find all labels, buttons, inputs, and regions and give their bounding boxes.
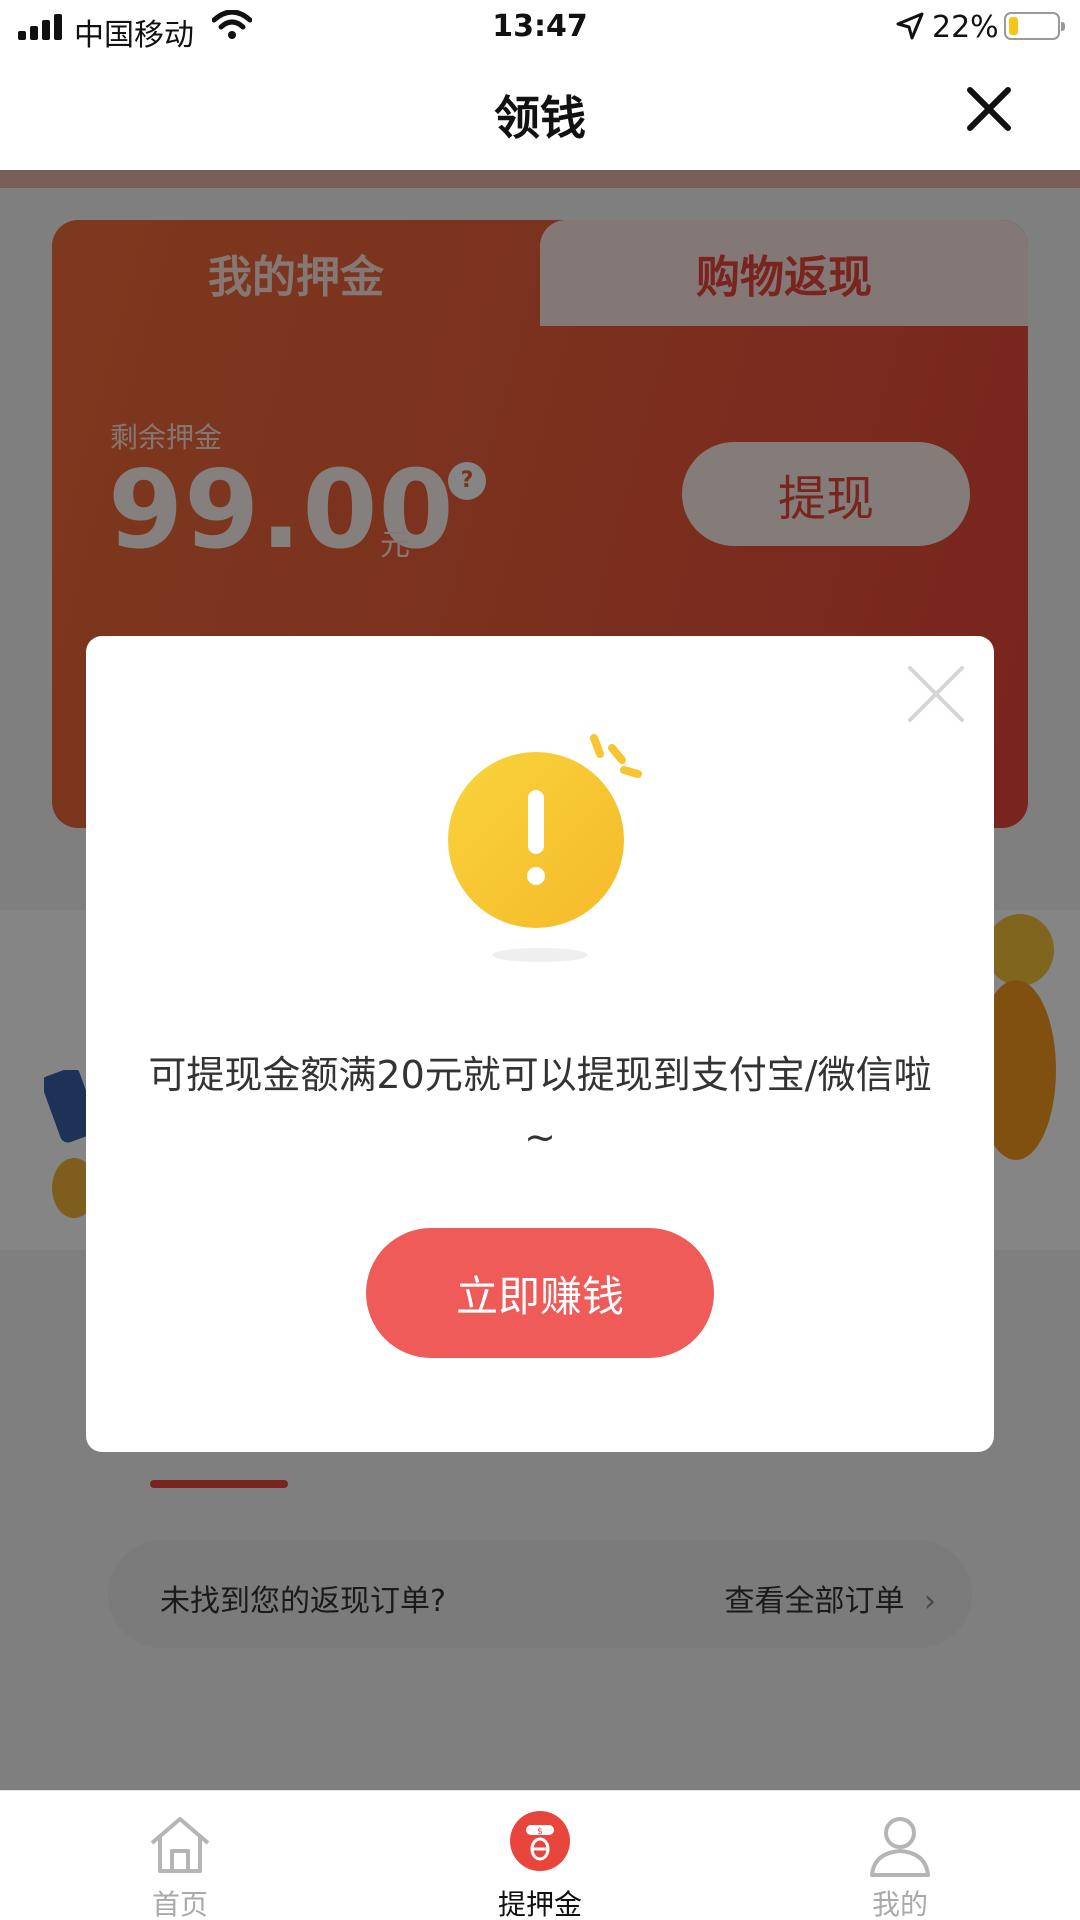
dialog-message: 可提现金额满20元就可以提现到支付宝/微信啦 ~ [126,1044,954,1168]
location-icon [896,12,924,40]
deposit-icon: $ [510,1811,570,1871]
earn-now-button[interactable]: 立即赚钱 [366,1228,714,1358]
dialog-message-line1: 可提现金额满20元就可以提现到支付宝/微信啦 [148,1053,932,1097]
page-title: 领钱 [494,91,586,145]
dialog-message-line2: ~ [524,1115,556,1159]
battery-percent: 22% [932,10,999,45]
tab-deposit-label: 提押金 [497,1888,582,1920]
tab-deposit[interactable]: $ 提押金 [440,1791,640,1920]
svg-text:$: $ [537,1827,543,1837]
tab-profile[interactable]: 我的 [800,1791,1000,1920]
home-icon [150,1817,210,1873]
bottom-tab-bar: 首页 $ 提押金 我的 [0,1790,1080,1920]
close-icon[interactable] [964,84,1014,134]
tab-profile-label: 我的 [871,1888,928,1920]
profile-icon [870,1817,930,1877]
status-bar: 中国移动 13:47 22% [0,0,1080,54]
tab-home-label: 首页 [151,1888,208,1920]
tab-home[interactable]: 首页 [80,1791,280,1920]
withdraw-tip-dialog: 可提现金额满20元就可以提现到支付宝/微信啦 ~ 立即赚钱 [86,636,994,1452]
battery-icon [1004,12,1065,40]
alert-icon [448,734,642,928]
alert-icon-shadow [492,948,588,962]
nav-bar: 领钱 [0,54,1080,170]
dialog-close-icon[interactable] [904,662,968,726]
